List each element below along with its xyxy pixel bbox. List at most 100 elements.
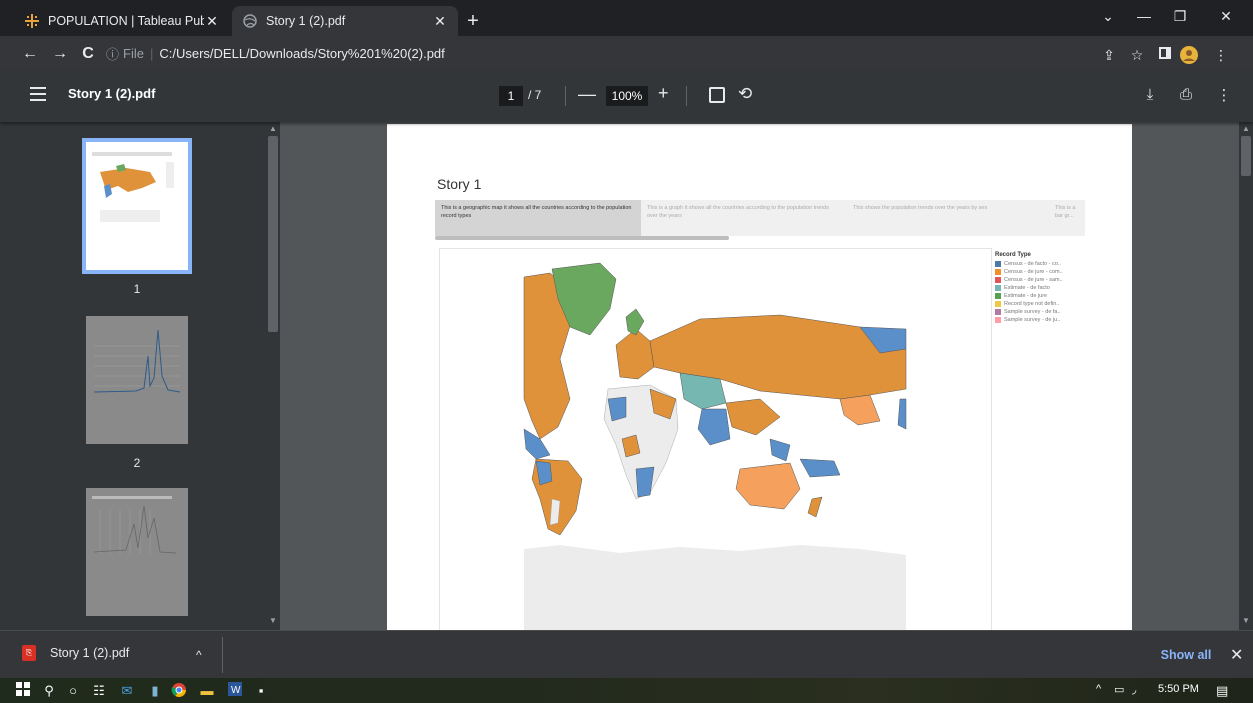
back-button[interactable]: ←: [20, 44, 40, 64]
print-icon[interactable]: ⎙: [1176, 86, 1196, 103]
map-legend: Record Type Census - de facto - co.. Cen…: [995, 252, 1095, 324]
clock-time[interactable]: 5:50 PM: [1158, 683, 1199, 695]
download-item[interactable]: ⎘ Story 1 (2).pdf: [22, 645, 129, 661]
sidebar-scroll-thumb[interactable]: [268, 136, 278, 332]
scroll-up-icon[interactable]: ▲: [1241, 124, 1251, 134]
story-point-1[interactable]: This is a geographic map it shows all th…: [435, 200, 641, 236]
mail-icon[interactable]: ✉: [118, 682, 136, 699]
story-point-3[interactable]: This shows the population trends over th…: [847, 200, 1053, 236]
download-filename: Story 1 (2).pdf: [50, 646, 130, 660]
legend-swatch: [995, 261, 1001, 267]
tab-story-pdf[interactable]: Story 1 (2).pdf ✕: [232, 6, 458, 36]
task-view-icon[interactable]: ☷: [90, 682, 108, 699]
legend-label: Record type not defin..: [1004, 301, 1060, 307]
page-number-input[interactable]: 1: [499, 86, 523, 106]
zoom-out-button[interactable]: —: [578, 84, 596, 105]
rotate-icon[interactable]: ⟲: [738, 84, 752, 104]
side-panel-icon[interactable]: [1156, 46, 1174, 64]
close-window-button[interactable]: ✕: [1208, 4, 1244, 28]
security-label: File: [123, 45, 144, 61]
page-thumbnail-1[interactable]: [82, 138, 192, 274]
scroll-down-icon[interactable]: ▼: [1241, 616, 1251, 626]
viewer-scroll-thumb[interactable]: [1241, 136, 1251, 176]
new-tab-button[interactable]: +: [462, 10, 484, 32]
tab-search-icon[interactable]: ⌄: [1090, 4, 1126, 28]
globe-icon: [242, 13, 258, 29]
page-thumbnail-3[interactable]: [86, 488, 188, 616]
minimize-button[interactable]: —: [1126, 4, 1162, 28]
legend-divider: [991, 248, 992, 630]
windows-start-icon[interactable]: [14, 682, 32, 699]
legend-item[interactable]: Census - de facto - co..: [995, 260, 1095, 268]
pdf-page: Story 1 This is a geographic map it show…: [387, 124, 1132, 630]
legend-label: Sample survey - de fa..: [1004, 309, 1061, 315]
profile-avatar[interactable]: [1180, 46, 1198, 64]
download-icon[interactable]: ⤓: [1140, 86, 1160, 103]
legend-swatch: [995, 269, 1001, 275]
battery-icon[interactable]: ▭: [1114, 683, 1124, 696]
legend-label: Census - de jure - com..: [1004, 269, 1063, 275]
url-text: C:/Users/DELL/Downloads/Story%201%20(2).…: [159, 45, 445, 61]
legend-swatch: [995, 309, 1001, 315]
legend-title: Record Type: [995, 252, 1031, 258]
page-thumbnail-2[interactable]: [86, 316, 188, 444]
word-icon[interactable]: W: [226, 682, 244, 699]
tab-strip: POPULATION | Tableau Public ✕ Story 1 (2…: [0, 0, 1253, 36]
scroll-down-icon[interactable]: ▼: [268, 616, 278, 626]
scroll-up-icon[interactable]: ▲: [268, 124, 278, 134]
more-options-icon[interactable]: ⋮: [1214, 86, 1234, 104]
windows-taskbar: ⚲ ○ ☷ ✉ ▮ ▬ W ▪ ^ ▭ ◞ 5:50 PM ▤: [0, 678, 1253, 703]
legend-item[interactable]: Census - de jure - com..: [995, 268, 1095, 276]
sidebar-menu-icon[interactable]: [30, 87, 46, 101]
divider: [222, 637, 223, 673]
bookmark-star-icon[interactable]: ☆: [1128, 46, 1146, 64]
zoom-input[interactable]: 100%: [606, 86, 648, 106]
chevron-up-icon[interactable]: ^: [196, 648, 202, 662]
legend-label: Census - de jure - sam..: [1004, 277, 1063, 283]
chrome-icon[interactable]: [170, 682, 188, 699]
reload-button[interactable]: C: [78, 44, 98, 64]
legend-item[interactable]: Estimate - de jure: [995, 292, 1095, 300]
pdf-file-icon: ⎘: [22, 645, 36, 661]
legend-item[interactable]: Sample survey - de ju..: [995, 316, 1095, 324]
tab-label: Story 1 (2).pdf: [266, 14, 346, 28]
zoom-in-button[interactable]: +: [658, 83, 669, 104]
divider: [565, 86, 566, 106]
tab-close-icon[interactable]: ✕: [204, 13, 220, 30]
viewer-scrollbar[interactable]: ▲ ▼: [1239, 122, 1253, 630]
file-explorer-icon[interactable]: ▬: [198, 682, 216, 699]
search-icon[interactable]: ⚲: [40, 682, 58, 699]
fit-page-icon[interactable]: [709, 87, 725, 103]
show-all-button[interactable]: Show all: [1155, 641, 1217, 669]
legend-item[interactable]: Sample survey - de fa..: [995, 308, 1095, 316]
wifi-icon[interactable]: ◞: [1132, 683, 1136, 696]
tab-tableau[interactable]: POPULATION | Tableau Public ✕: [14, 6, 230, 36]
legend-swatch: [995, 285, 1001, 291]
forward-button[interactable]: →: [50, 44, 70, 64]
divider: [686, 86, 687, 106]
notification-icon[interactable]: ▤: [1216, 683, 1228, 699]
notepad-icon[interactable]: ▮: [146, 682, 164, 699]
thumbnail-number: 2: [133, 456, 141, 470]
legend-item[interactable]: Census - de jure - sam..: [995, 276, 1095, 284]
share-icon[interactable]: ⇪: [1100, 46, 1118, 64]
download-shelf: ⎘ Story 1 (2).pdf ^ Show all ✕: [0, 630, 1253, 678]
tab-close-icon[interactable]: ✕: [432, 13, 448, 30]
address-bar[interactable]: ⓘ File | C:/Users/DELL/Downloads/Story%2…: [106, 40, 1086, 66]
legend-swatch: [995, 277, 1001, 283]
menu-kebab-icon[interactable]: ⋮: [1212, 46, 1230, 64]
legend-label: Estimate - de jure: [1004, 293, 1048, 299]
legend-item[interactable]: Record type not defin..: [995, 300, 1095, 308]
cortana-icon[interactable]: ○: [64, 682, 82, 699]
story-point-2[interactable]: This is a graph it shows all the countri…: [641, 200, 847, 236]
legend-item[interactable]: Estimate - de facto: [995, 284, 1095, 292]
restore-button[interactable]: ❐: [1162, 4, 1198, 28]
info-icon[interactable]: ⓘ: [106, 44, 119, 63]
story-scrollbar[interactable]: [435, 236, 729, 240]
document-app-icon[interactable]: ▪: [252, 682, 270, 699]
thumbnail-number: 1: [133, 282, 141, 296]
close-shelf-icon[interactable]: ✕: [1230, 645, 1243, 665]
tray-chevron-icon[interactable]: ^: [1096, 683, 1101, 695]
story-point-4[interactable]: This is a bar gr...: [1053, 200, 1085, 236]
sidebar-scrollbar[interactable]: ▲ ▼: [266, 122, 280, 630]
